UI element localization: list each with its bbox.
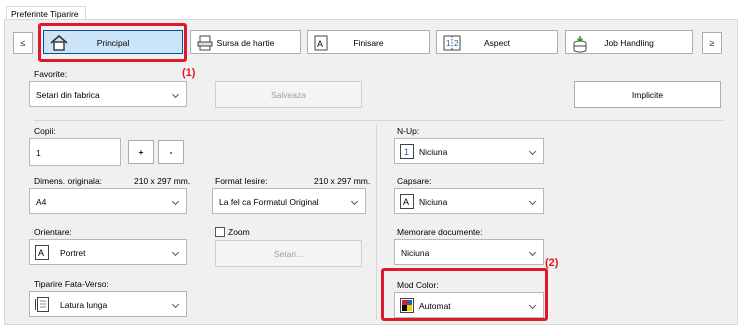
original-size-select[interactable]: A4 <box>29 188 187 214</box>
callout-label-1: (1) <box>182 67 196 79</box>
svg-text:1: 1 <box>404 147 409 157</box>
defaults-button[interactable]: Implicite <box>574 81 721 108</box>
chevron-down-icon <box>171 300 180 309</box>
save-favorite-button[interactable]: Salveaza <box>215 81 362 108</box>
n-up-label: N-Up: <box>397 126 420 136</box>
document-filing-select[interactable]: Niciuna <box>394 239 544 265</box>
window-title-tab: Preferinte Tiparire <box>6 6 86 20</box>
svg-text:A: A <box>38 248 44 258</box>
duplex-value: Latura lunga <box>60 300 108 310</box>
chevron-down-icon <box>350 197 359 206</box>
chevron-down-icon <box>171 197 180 206</box>
orientation-label: Orientare: <box>34 227 72 237</box>
n-up-value: Niciuna <box>419 147 448 157</box>
chevron-down-icon <box>528 248 537 257</box>
orientation-select[interactable]: A Portret <box>29 239 187 265</box>
favorites-select[interactable]: Setari din fabrica <box>29 81 187 107</box>
stapling-label: Capsare: <box>397 176 432 186</box>
original-size-label: Dimens. originala: <box>34 176 103 186</box>
output-size-value: La fel ca Formatul Original <box>219 197 319 207</box>
copies-decrement-button[interactable]: - <box>158 140 184 164</box>
callout-box-2 <box>381 268 548 321</box>
tabs-prev-button[interactable]: ≤ <box>13 32 33 54</box>
zoom-settings-button[interactable]: Setari... <box>215 240 362 267</box>
tab-job-handling[interactable]: Job Handling <box>565 30 693 54</box>
orientation-value: Portret <box>60 248 86 258</box>
copies-input[interactable]: 1 <box>29 138 121 166</box>
copies-increment-button[interactable]: + <box>128 140 154 164</box>
zoom-checkbox[interactable] <box>215 227 225 237</box>
svg-text:A: A <box>403 197 409 207</box>
chevron-down-icon <box>528 197 537 206</box>
chevron-down-icon <box>528 147 537 156</box>
stapling-value: Niciuna <box>419 197 448 207</box>
output-size-dimensions: 210 x 297 mm. <box>314 176 371 186</box>
document-filing-value: Niciuna <box>401 248 430 258</box>
tabs-next-button[interactable]: ≥ <box>702 32 722 54</box>
callout-box-1 <box>38 23 187 62</box>
tab-paper-source[interactable]: Sursa de hartie <box>190 30 301 54</box>
window-title: Preferinte Tiparire <box>11 9 79 19</box>
copies-label: Copii: <box>34 126 56 136</box>
tab-label: Finisare <box>353 38 384 48</box>
original-size-dimensions: 210 x 297 mm. <box>134 176 191 186</box>
favorites-label: Favorite: <box>34 69 68 79</box>
tab-finishing[interactable]: A Finisare <box>307 30 430 54</box>
document-filing-label: Memorare documente: <box>397 227 483 237</box>
stapling-select[interactable]: A Niciuna <box>394 188 544 214</box>
tab-label: Aspect <box>484 38 510 48</box>
dialog-frame <box>4 19 738 325</box>
long-edge-binding-icon <box>35 297 49 312</box>
tab-label: Sursa de hartie <box>216 38 275 48</box>
output-size-select[interactable]: La fel ca Formatul Original <box>212 188 366 214</box>
copies-value: 1 <box>36 148 41 158</box>
duplex-select[interactable]: Latura lunga <box>29 291 187 317</box>
tab-label: Job Handling <box>604 38 654 48</box>
stapling-icon: A <box>400 194 414 209</box>
callout-label-2: (2) <box>545 257 559 269</box>
section-divider <box>34 120 724 121</box>
duplex-label: Tiparire Fata-Verso: <box>34 279 109 289</box>
zoom-label: Zoom <box>228 227 250 237</box>
n-up-select[interactable]: 1 Niciuna <box>394 138 544 164</box>
output-size-label: Format Iesire: <box>215 176 268 186</box>
chevron-down-icon <box>171 248 180 257</box>
portrait-icon: A <box>35 245 49 260</box>
original-size-value: A4 <box>36 197 47 207</box>
chevron-down-icon <box>171 90 180 99</box>
tab-layout[interactable]: 1 2 Aspect <box>436 30 558 54</box>
favorites-value: Setari din fabrica <box>36 90 100 100</box>
n-up-icon: 1 <box>400 144 414 159</box>
column-divider <box>376 124 377 320</box>
